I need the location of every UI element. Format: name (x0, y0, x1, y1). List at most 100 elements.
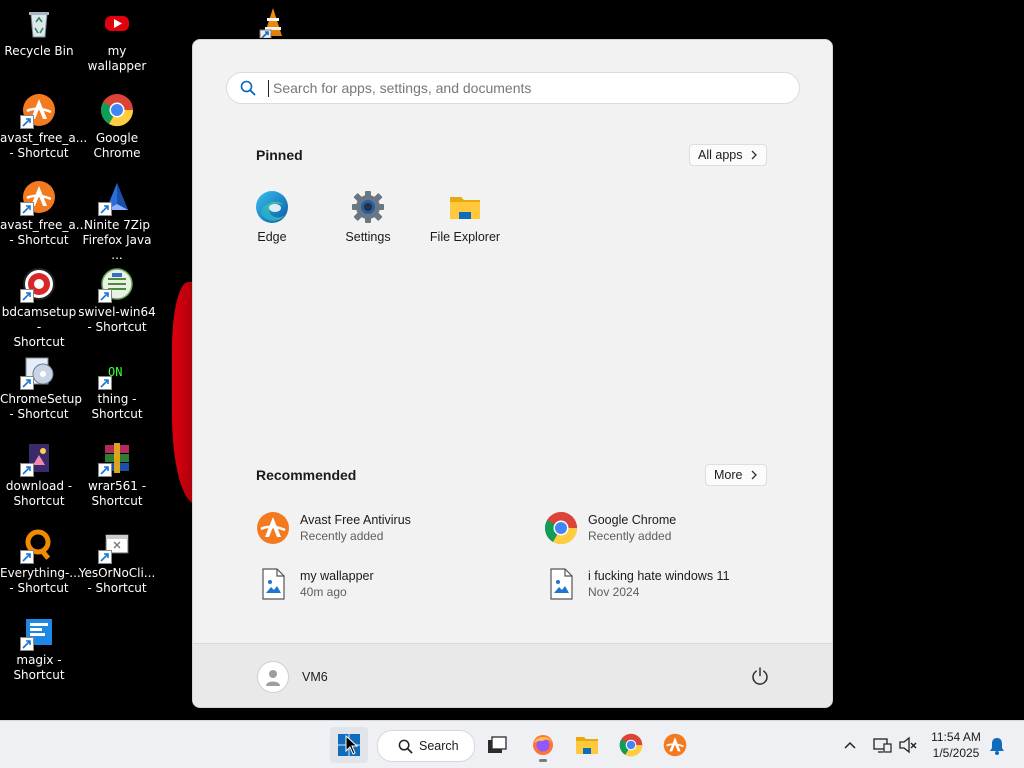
shortcut-arrow-icon (20, 202, 34, 216)
desktop-icon-label: ChromeSetup (0, 392, 82, 406)
recommended-item-avast[interactable]: Avast Free Antivirus Recently added (256, 510, 526, 546)
desktop-icon-label: - Shortcut (9, 407, 69, 421)
winrar-icon (98, 441, 134, 477)
desktop-icon[interactable]: download - Shortcut (0, 441, 78, 509)
avast-icon (663, 733, 687, 757)
desktop-icon[interactable]: Ninite 7Zip Firefox Java ... (78, 180, 156, 263)
vlc-icon[interactable] (258, 6, 288, 42)
desktop-icon[interactable]: my wallapper (78, 6, 156, 74)
chevron-right-icon (752, 150, 758, 160)
desktop-icon-label: Chrome (93, 146, 141, 160)
pinned-app-edge[interactable]: Edge (224, 190, 320, 244)
desktop-icon-label: - Shortcut (9, 233, 69, 247)
desktop-icon[interactable]: swivel-win64- Shortcut (78, 267, 156, 335)
volume-muted-icon[interactable] (898, 735, 918, 755)
pinned-app-label: Settings (345, 230, 391, 244)
desktop-icon[interactable]: magix - Shortcut (0, 615, 78, 683)
desktop-icon-label: Shortcut (13, 668, 65, 682)
task-view-icon (488, 736, 507, 753)
shortcut-arrow-icon (20, 115, 34, 129)
user-icon (266, 670, 280, 686)
more-button[interactable]: More (705, 464, 768, 486)
shortcut-arrow-icon (20, 289, 34, 303)
settings-gear-icon (352, 191, 384, 223)
taskbar-clock[interactable]: 11:54 AM 1/5/2025 (922, 729, 990, 761)
desktop-icon[interactable]: Google Chrome (78, 93, 156, 161)
ninite-icon (98, 180, 134, 216)
recommended-title: Recommended (256, 467, 357, 483)
all-apps-button[interactable]: All apps (689, 144, 768, 166)
recommended-item-chrome[interactable]: Google Chrome Recently added (544, 510, 814, 546)
desktop-icon[interactable]: wrar561 - Shortcut (78, 441, 156, 509)
power-icon[interactable] (750, 666, 770, 686)
desktop-icon-label: - Shortcut (87, 581, 147, 595)
shortcut-arrow-icon (98, 376, 112, 390)
notification-bell-icon[interactable] (987, 736, 1007, 756)
edge-icon (256, 191, 288, 223)
recommended-item-my-wallapper[interactable]: my wallapper 40m ago (256, 566, 526, 602)
desktop-icon-label: - Shortcut (9, 581, 69, 595)
desktop-icon[interactable]: ChromeSetup - Shortcut (0, 354, 82, 422)
desktop-icon[interactable]: Everything-... - Shortcut (0, 528, 81, 596)
text-caret (268, 79, 269, 97)
start-menu: Pinned All apps (192, 39, 833, 708)
recommended-item-name: i fucking hate windows 11 (588, 569, 730, 583)
recommended-item-image-file[interactable]: i fucking hate windows 11 Nov 2024 (544, 566, 814, 602)
avast-icon (20, 93, 56, 129)
desktop-icon-label: - Shortcut (9, 146, 69, 160)
network-icon[interactable] (872, 735, 892, 755)
desktop-icon-label: Everything-... (0, 566, 81, 580)
desktop-icon-label: avast_free_a... (0, 218, 88, 232)
shortcut-arrow-icon (98, 463, 112, 477)
desktop-icon[interactable]: avast_free_a... - Shortcut (0, 180, 88, 248)
taskbar-file-explorer[interactable] (568, 727, 606, 763)
shortcut-arrow-icon (20, 550, 34, 564)
pinned-app-settings[interactable]: Settings (320, 190, 416, 244)
start-search-input[interactable] (271, 79, 775, 97)
image-file-icon (550, 568, 573, 600)
recommended-item-name: Avast Free Antivirus (300, 513, 411, 527)
desktop-icon-label: magix - (16, 653, 62, 667)
pinned-app-label: File Explorer (429, 230, 501, 244)
taskbar-search-button[interactable]: Search (377, 730, 475, 762)
desktop-icon-label: avast_free_a... (0, 131, 88, 145)
avast-icon (20, 180, 56, 216)
desktop-icon[interactable]: ON thing - Shortcut (78, 354, 156, 422)
start-search-box[interactable] (226, 72, 800, 104)
desktop-icon-label: Shortcut (13, 494, 65, 508)
chevron-right-icon (752, 470, 758, 480)
pinned-app-label: Edge (257, 230, 287, 244)
desktop-icon-label: download - (5, 479, 73, 493)
chrome-icon (544, 512, 578, 545)
shortcut-arrow-icon (20, 637, 34, 651)
taskbar-firefox[interactable] (524, 727, 562, 763)
desktop-icon-label: - Shortcut (87, 320, 147, 334)
taskbar-avast[interactable] (656, 727, 694, 763)
recommended-item-sub: 40m ago (300, 585, 347, 599)
shortcut-arrow-icon (98, 289, 112, 303)
desktop-icon[interactable]: Recycle Bin (0, 6, 78, 59)
clock-date: 1/5/2025 (932, 746, 980, 760)
task-view-button[interactable] (478, 727, 516, 763)
youtube-icon (100, 6, 134, 40)
image-file-icon (262, 568, 285, 600)
swivel-icon (98, 267, 134, 303)
desktop-icon-label: wrar561 - (87, 479, 147, 493)
everything-icon (20, 528, 56, 564)
mouse-cursor-icon (345, 735, 359, 755)
search-icon (398, 739, 413, 753)
start-menu-footer: VM6 (193, 643, 832, 707)
desktop-icon-label: Google (95, 131, 139, 145)
desktop-icon[interactable]: bdcamsetup - Shortcut (0, 267, 78, 350)
desktop-icon-label: YesOrNoCli... (78, 566, 156, 580)
bandicam-icon (20, 267, 56, 303)
user-account-button[interactable]: VM6 (257, 661, 328, 693)
chevron-up-icon[interactable] (840, 735, 860, 755)
desktop-icon[interactable]: YesOrNoCli... - Shortcut (78, 528, 156, 596)
desktop-icon-label: swivel-win64 (78, 305, 156, 319)
taskbar-chrome[interactable] (612, 727, 650, 763)
pinned-app-file-explorer[interactable]: File Explorer (417, 190, 513, 244)
recommended-item-sub: Recently added (300, 529, 384, 543)
chrome-icon (619, 733, 643, 757)
desktop-icon[interactable]: avast_free_a... - Shortcut (0, 93, 88, 161)
